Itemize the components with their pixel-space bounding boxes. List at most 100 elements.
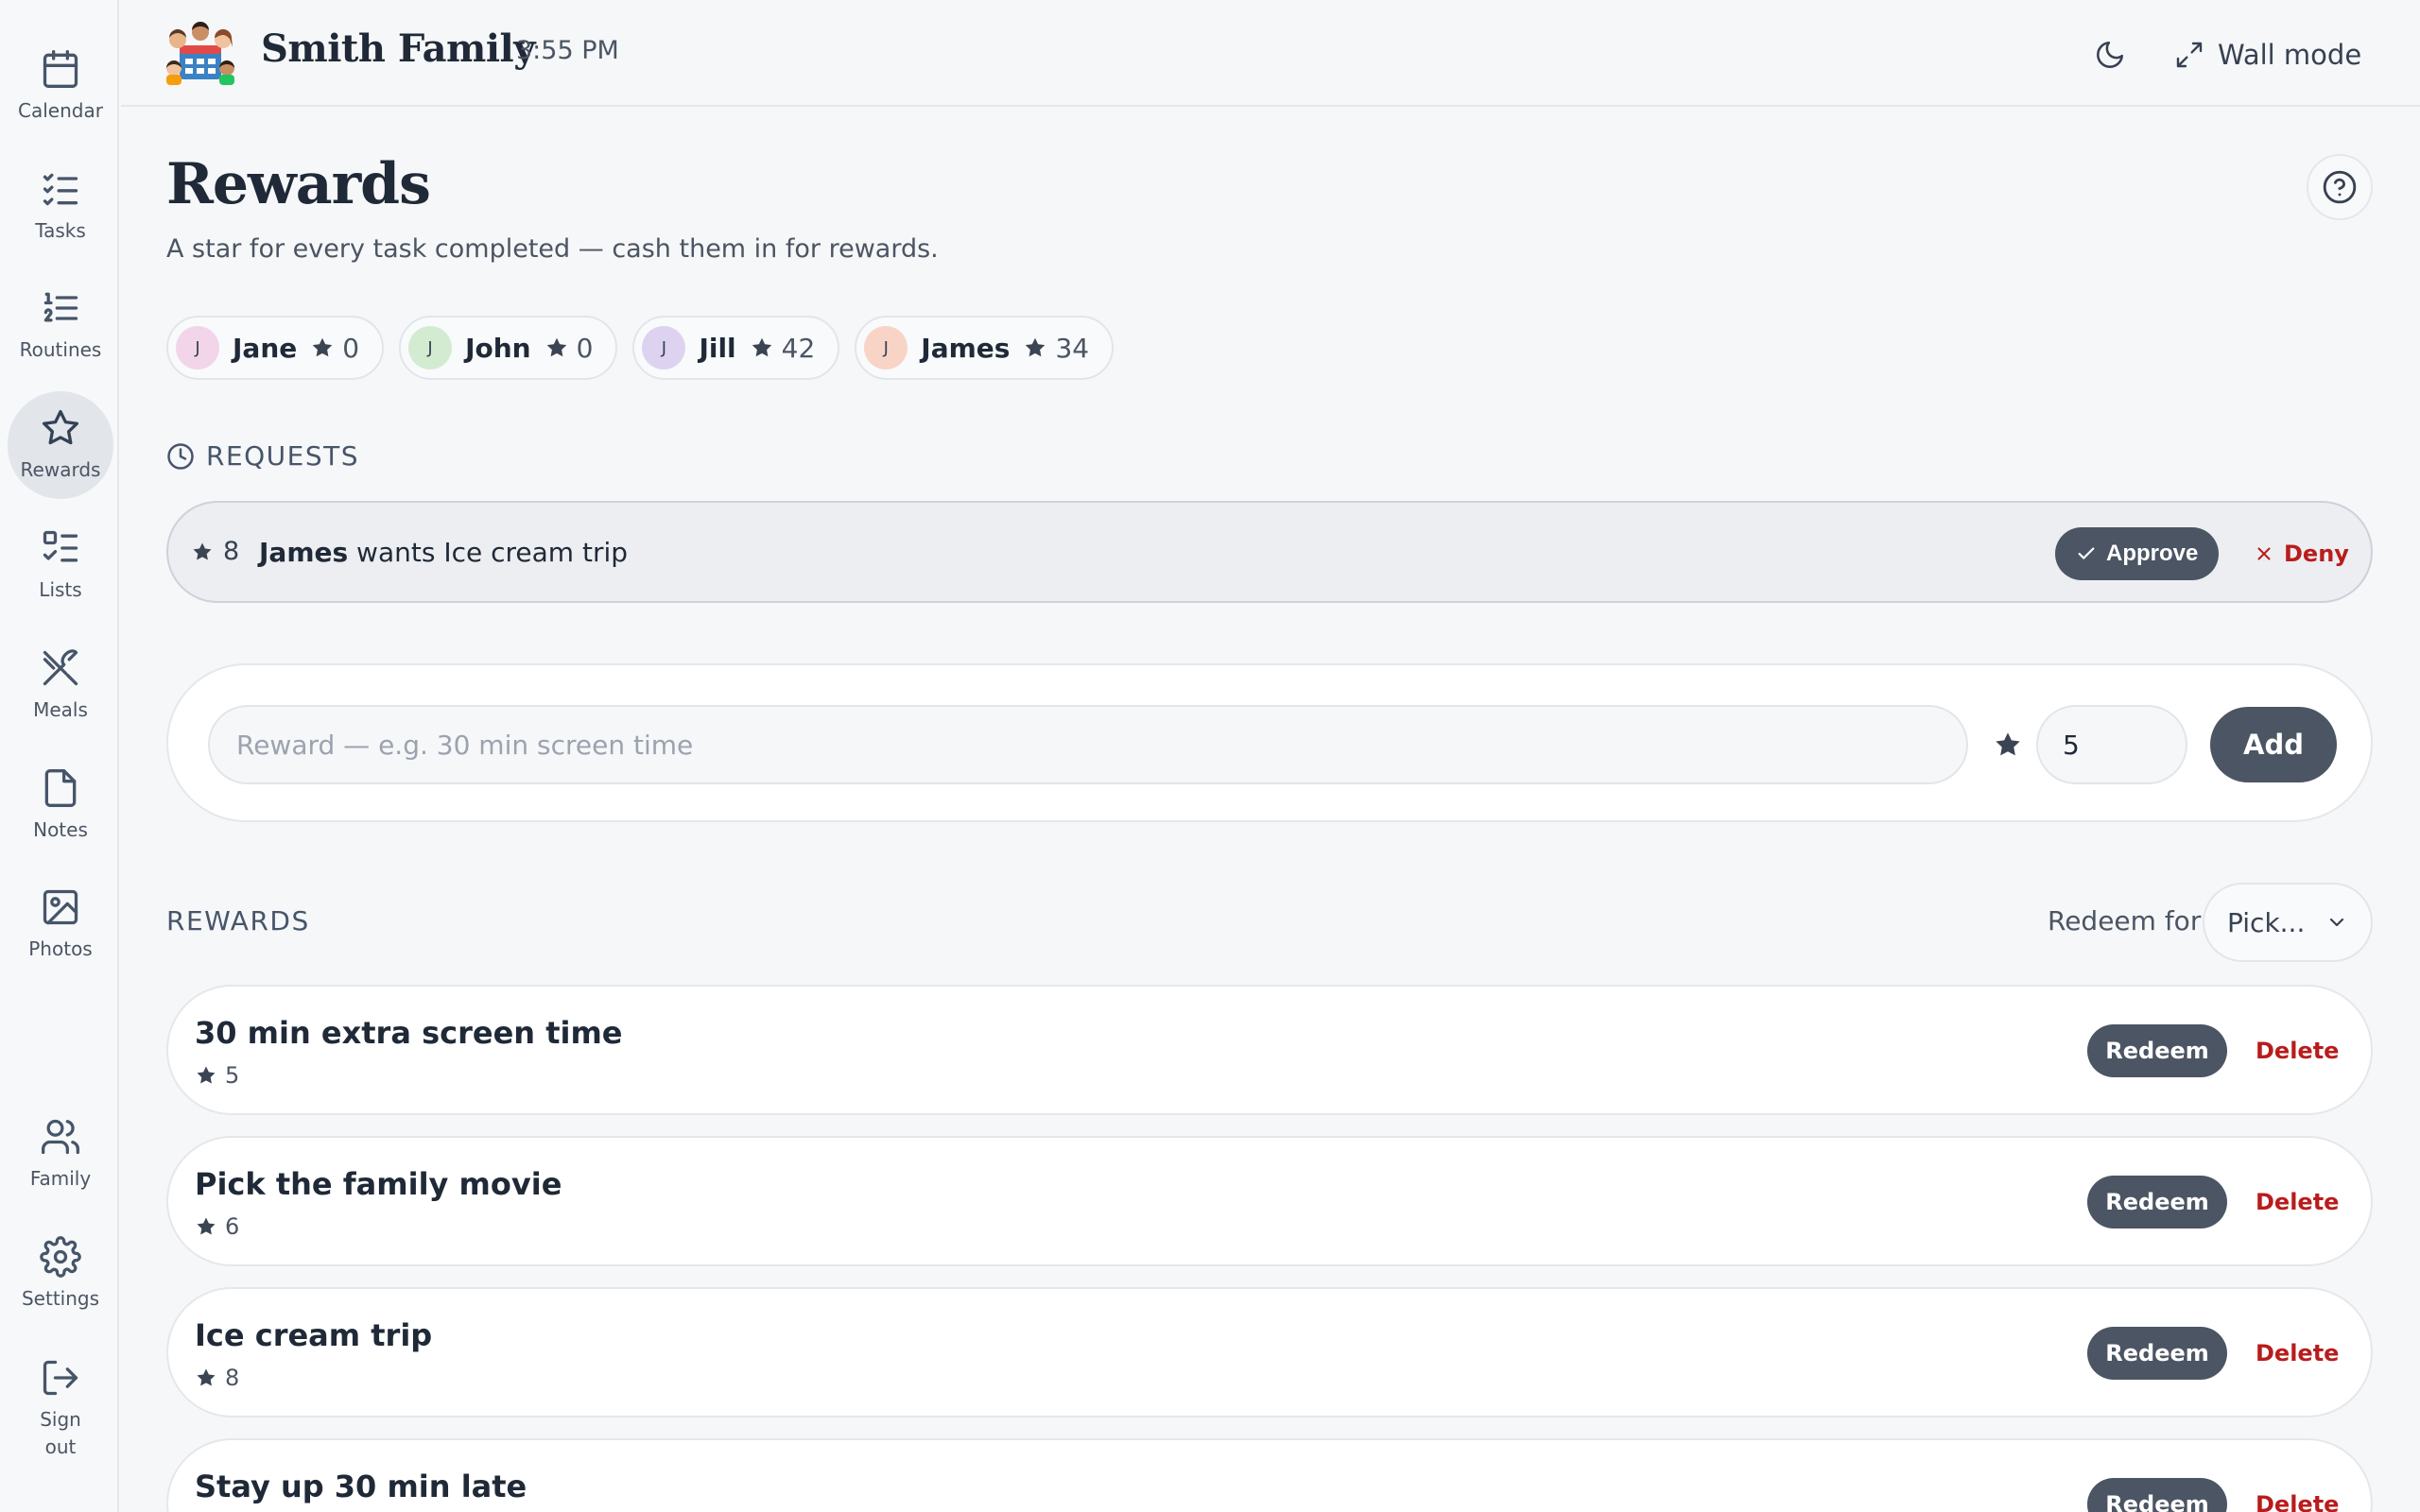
reward-item: Ice cream trip 8 Redeem Delete xyxy=(166,1287,2373,1418)
sidebar-item-tasks[interactable]: Tasks xyxy=(8,152,113,260)
deny-button[interactable]: Deny xyxy=(2244,527,2359,580)
checklist-icon xyxy=(43,173,78,205)
redeem-button[interactable]: Redeem xyxy=(2087,1024,2227,1077)
image-icon xyxy=(43,889,78,924)
reward-item: Stay up 30 min late Redeem Delete xyxy=(166,1438,2373,1512)
top-bar: Smith Family 3:55 PM Wall mode xyxy=(121,0,2420,107)
star-icon xyxy=(752,337,771,357)
redeem-for-select[interactable]: Pick... xyxy=(2203,883,2373,962)
numbered-list-icon xyxy=(43,292,78,321)
list-checks-icon xyxy=(43,530,78,561)
sidebar-item-photos[interactable]: Photos xyxy=(8,870,113,978)
requests-heading: REQUESTS xyxy=(166,440,359,472)
member-chip-jill[interactable]: J Jill 42 xyxy=(632,316,840,380)
add-button[interactable]: Add xyxy=(2210,707,2337,782)
member-name: John xyxy=(465,332,531,364)
redeem-for-value: Pick... xyxy=(2227,906,2306,938)
add-reward-form: Reward — e.g. 30 min screen time 5 Add xyxy=(166,663,2373,822)
clock: 3:55 PM xyxy=(516,36,619,65)
clock-icon xyxy=(167,442,194,470)
rewards-heading: REWARDS xyxy=(166,905,310,936)
delete-button[interactable]: Delete xyxy=(2256,1024,2339,1077)
note-icon xyxy=(44,768,77,807)
sidebar-item-calendar[interactable]: Calendar xyxy=(8,32,113,140)
star-cost-input[interactable]: 5 xyxy=(2036,705,2187,784)
family-name: Smith Family xyxy=(261,26,535,71)
sidebar-item-meals[interactable]: Meals xyxy=(8,631,113,739)
reward-name-input[interactable]: Reward — e.g. 30 min screen time xyxy=(208,705,1968,784)
sidebar-item-label: Lists xyxy=(39,577,82,601)
star-icon xyxy=(197,1217,216,1235)
wall-mode-button[interactable]: Wall mode xyxy=(2174,28,2361,81)
request-description: wants Ice cream trip xyxy=(348,537,629,568)
moon-icon xyxy=(2097,41,2124,68)
star-icon xyxy=(197,1368,216,1386)
sidebar-item-settings[interactable]: Settings xyxy=(8,1220,113,1328)
deny-label: Deny xyxy=(2284,541,2349,567)
star-icon xyxy=(1996,732,2020,756)
redeem-button[interactable]: Redeem xyxy=(2087,1176,2227,1228)
member-stars: 0 xyxy=(544,332,594,364)
member-stars: 42 xyxy=(750,332,816,364)
star-count: 42 xyxy=(781,332,816,364)
reward-title: Stay up 30 min late xyxy=(195,1469,527,1504)
avatar: J xyxy=(864,326,908,369)
help-icon xyxy=(2323,170,2357,204)
chevron-down-icon xyxy=(2329,918,2344,927)
help-button[interactable] xyxy=(2307,154,2373,220)
delete-button[interactable]: Delete xyxy=(2256,1478,2339,1512)
reward-title: 30 min extra screen time xyxy=(195,1015,623,1051)
reward-item: Pick the family movie 6 Redeem Delete xyxy=(166,1136,2373,1266)
reward-stars: 5 xyxy=(225,1062,240,1089)
sidebar-item-label: Tasks xyxy=(35,218,86,242)
member-chip-jane[interactable]: J Jane 0 xyxy=(166,316,385,380)
reward-item: 30 min extra screen time 5 Redeem Delete xyxy=(166,985,2373,1115)
reward-title: Pick the family movie xyxy=(195,1166,562,1202)
sidebar-item-label: Meals xyxy=(33,697,88,721)
member-stars: 0 xyxy=(310,333,359,364)
sidebar-item-sign-out[interactable]: Sign out xyxy=(8,1348,113,1470)
redeem-button[interactable]: Redeem xyxy=(2087,1327,2227,1380)
approve-button[interactable]: Approve xyxy=(2055,527,2220,580)
avatar: J xyxy=(642,326,686,369)
approve-label: Approve xyxy=(2106,541,2199,566)
sidebar-item-label: Photos xyxy=(28,936,93,960)
delete-button[interactable]: Delete xyxy=(2256,1327,2339,1380)
sidebar-item-routines[interactable]: Routines xyxy=(8,271,113,379)
redeem-button[interactable]: Redeem xyxy=(2087,1478,2227,1512)
sidebar-item-rewards[interactable]: Rewards xyxy=(8,391,113,499)
sidebar-item-notes[interactable]: Notes xyxy=(8,751,113,859)
sidebar-item-family[interactable]: Family xyxy=(8,1100,113,1208)
wall-mode-label: Wall mode xyxy=(2218,39,2362,71)
dark-mode-toggle[interactable] xyxy=(2083,28,2136,81)
request-text: James wants Ice cream trip xyxy=(259,537,628,568)
users-icon xyxy=(42,1119,79,1154)
member-chip-john[interactable]: J John 0 xyxy=(399,316,618,380)
request-row: 8 James wants Ice cream trip Approve Den… xyxy=(166,501,2373,603)
star-icon xyxy=(312,337,333,357)
avatar: J xyxy=(408,326,453,369)
page-title: Rewards xyxy=(166,151,431,217)
member-chips: J Jane 0 J John 0 J Jill 42 J James 34 xyxy=(166,316,1115,380)
reward-cost: 6 xyxy=(195,1213,239,1240)
star-count: 0 xyxy=(576,332,594,364)
sidebar-item-label: Routines xyxy=(19,337,102,361)
sidebar: Calendar Tasks Routines Rewards Lists Me… xyxy=(0,0,119,1512)
star-icon xyxy=(42,409,79,444)
reward-stars: 6 xyxy=(225,1213,240,1240)
delete-button[interactable]: Delete xyxy=(2256,1176,2339,1228)
request-stars: 8 xyxy=(223,537,240,566)
close-icon xyxy=(2257,547,2271,560)
member-stars: 34 xyxy=(1023,333,1089,364)
star-icon xyxy=(1026,337,1046,357)
sidebar-item-lists[interactable]: Lists xyxy=(8,511,113,619)
family-avatar-icon xyxy=(166,22,234,85)
sidebar-item-label: Notes xyxy=(33,817,88,841)
reward-cost: 5 xyxy=(195,1062,239,1089)
request-cost: 8 xyxy=(191,537,239,566)
member-chip-james[interactable]: J James 34 xyxy=(855,316,1115,380)
sidebar-item-label: Settings xyxy=(21,1286,100,1310)
calendar-icon xyxy=(43,49,78,88)
sign-out-icon xyxy=(43,1360,78,1396)
utensils-icon xyxy=(43,648,78,685)
